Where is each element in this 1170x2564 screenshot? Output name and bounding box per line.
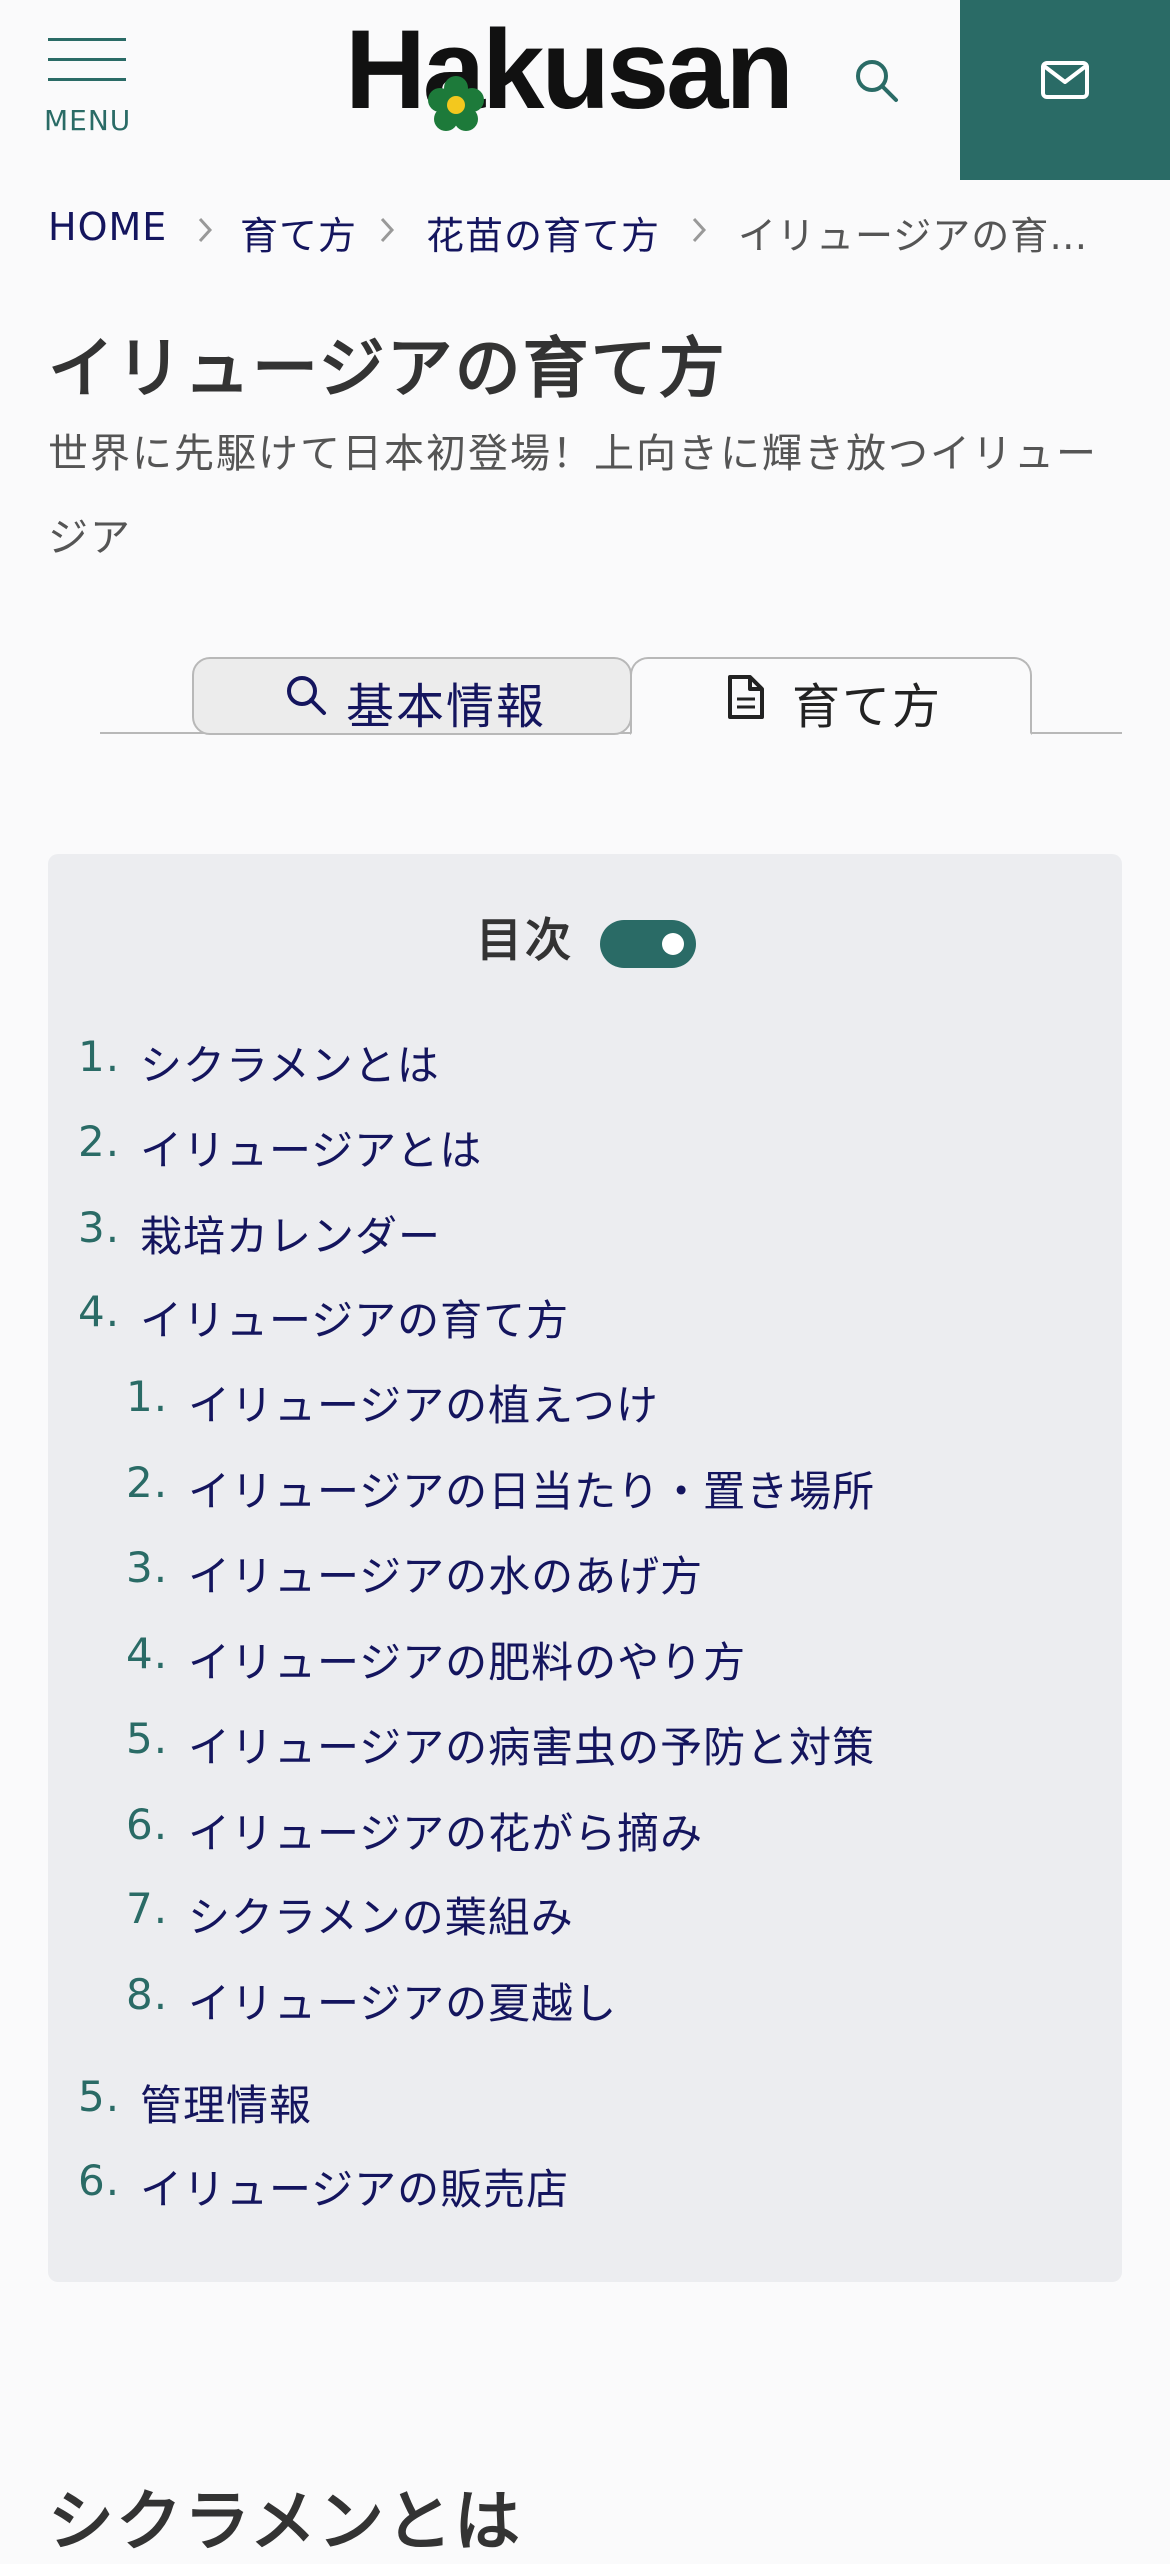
- breadcrumb: HOME 育て方 花苗の育て方 イリュージアの育…: [48, 205, 1128, 265]
- breadcrumb-item[interactable]: 花苗の育て方: [426, 205, 660, 260]
- toc-item-label: 栽培カレンダー: [140, 1212, 442, 1261]
- table-of-contents: 目次 1. シクラメンとは 2. イリュージアとは 3. 栽培カレンダー 4. イリュー…: [48, 854, 1122, 2282]
- menu-icon-line: [48, 78, 126, 81]
- chevron-right-icon: [692, 217, 707, 243]
- toc-toggle[interactable]: [600, 920, 696, 968]
- toc-item-number: 5.: [126, 1714, 169, 1763]
- section-heading: シクラメンとは: [48, 2483, 523, 2560]
- toc-item-label: イリュージアの販売店: [140, 2165, 570, 2214]
- toc-item-number: 4.: [126, 1629, 169, 1678]
- toc-item-number: 8.: [126, 1970, 169, 2019]
- toc-item-label: 管理情報: [140, 2081, 313, 2130]
- menu-label: MENU: [44, 104, 132, 137]
- toc-item-label: シクラメンとは: [140, 1041, 440, 1090]
- toc-item-label: イリュージアの肥料のやり方: [188, 1638, 747, 1687]
- tab-basic-info[interactable]: 基本情報: [192, 657, 632, 735]
- contact-mail-button[interactable]: [960, 0, 1170, 180]
- toc-heading: 目次: [476, 913, 574, 967]
- toc-item-number: 6.: [78, 2156, 121, 2205]
- toc-item-number: 6.: [126, 1800, 169, 1849]
- page-subtitle: 世界に先駆けて日本初登場！上向きに輝き放つイリュージア: [48, 431, 1098, 561]
- breadcrumb-home[interactable]: HOME: [48, 205, 167, 249]
- menu-icon: [48, 38, 126, 41]
- page-title: イリュージアの育て方: [48, 330, 727, 407]
- menu-icon-line: [48, 58, 126, 61]
- breadcrumb-item[interactable]: 育て方: [240, 205, 357, 260]
- toc-item-number: 4.: [78, 1287, 121, 1336]
- toc-item-number: 1.: [78, 1032, 121, 1081]
- toc-item-number: 2.: [78, 1117, 121, 1166]
- toc-item-label: イリュージアの水のあげ方: [188, 1552, 704, 1601]
- flower-icon: [428, 76, 484, 131]
- toc-item-label: イリュージアの植えつけ: [188, 1381, 659, 1430]
- toc-item-label: イリュージアとは: [140, 1126, 483, 1175]
- toc-item-label: イリュージアの育て方: [140, 1296, 570, 1345]
- tab-label: 基本情報: [346, 679, 547, 735]
- toc-item-label: イリュージアの病害虫の予防と対策: [188, 1723, 876, 1772]
- chevron-right-icon: [198, 217, 213, 243]
- toc-item-label: シクラメンの葉組み: [188, 1893, 574, 1942]
- toc-item-number: 3.: [78, 1203, 121, 1252]
- breadcrumb-current: イリュージアの育…: [738, 214, 1089, 258]
- toc-item-label: イリュージアの花がら摘み: [188, 1809, 704, 1858]
- menu-button[interactable]: MENU: [44, 38, 130, 138]
- site-logo[interactable]: Hakusan: [345, 14, 825, 142]
- document-icon: [728, 675, 764, 719]
- toc-item-number: 2.: [126, 1458, 169, 1507]
- tab-label: 育て方: [792, 679, 943, 735]
- content-tabs: 基本情報 育て方: [100, 655, 1122, 735]
- toc-item-label: イリュージアの日当たり・置き場所: [188, 1467, 876, 1516]
- toc-item-number: 5.: [78, 2072, 121, 2121]
- toc-item-label: イリュージアの夏越し: [188, 1979, 618, 2028]
- toc-item-number: 3.: [126, 1543, 169, 1592]
- logo-text: Hakusan: [345, 7, 794, 132]
- mail-icon: [1041, 61, 1089, 99]
- search-icon: [287, 676, 326, 715]
- toc-item-number: 7.: [126, 1884, 169, 1933]
- toggle-knob: [662, 933, 684, 955]
- chevron-right-icon: [380, 217, 395, 243]
- toc-item-number: 1.: [126, 1372, 169, 1421]
- tab-growing[interactable]: 育て方: [630, 657, 1032, 735]
- search-button[interactable]: [852, 56, 904, 108]
- site-header: MENU Hakusan: [0, 0, 1170, 180]
- search-icon: [856, 60, 898, 102]
